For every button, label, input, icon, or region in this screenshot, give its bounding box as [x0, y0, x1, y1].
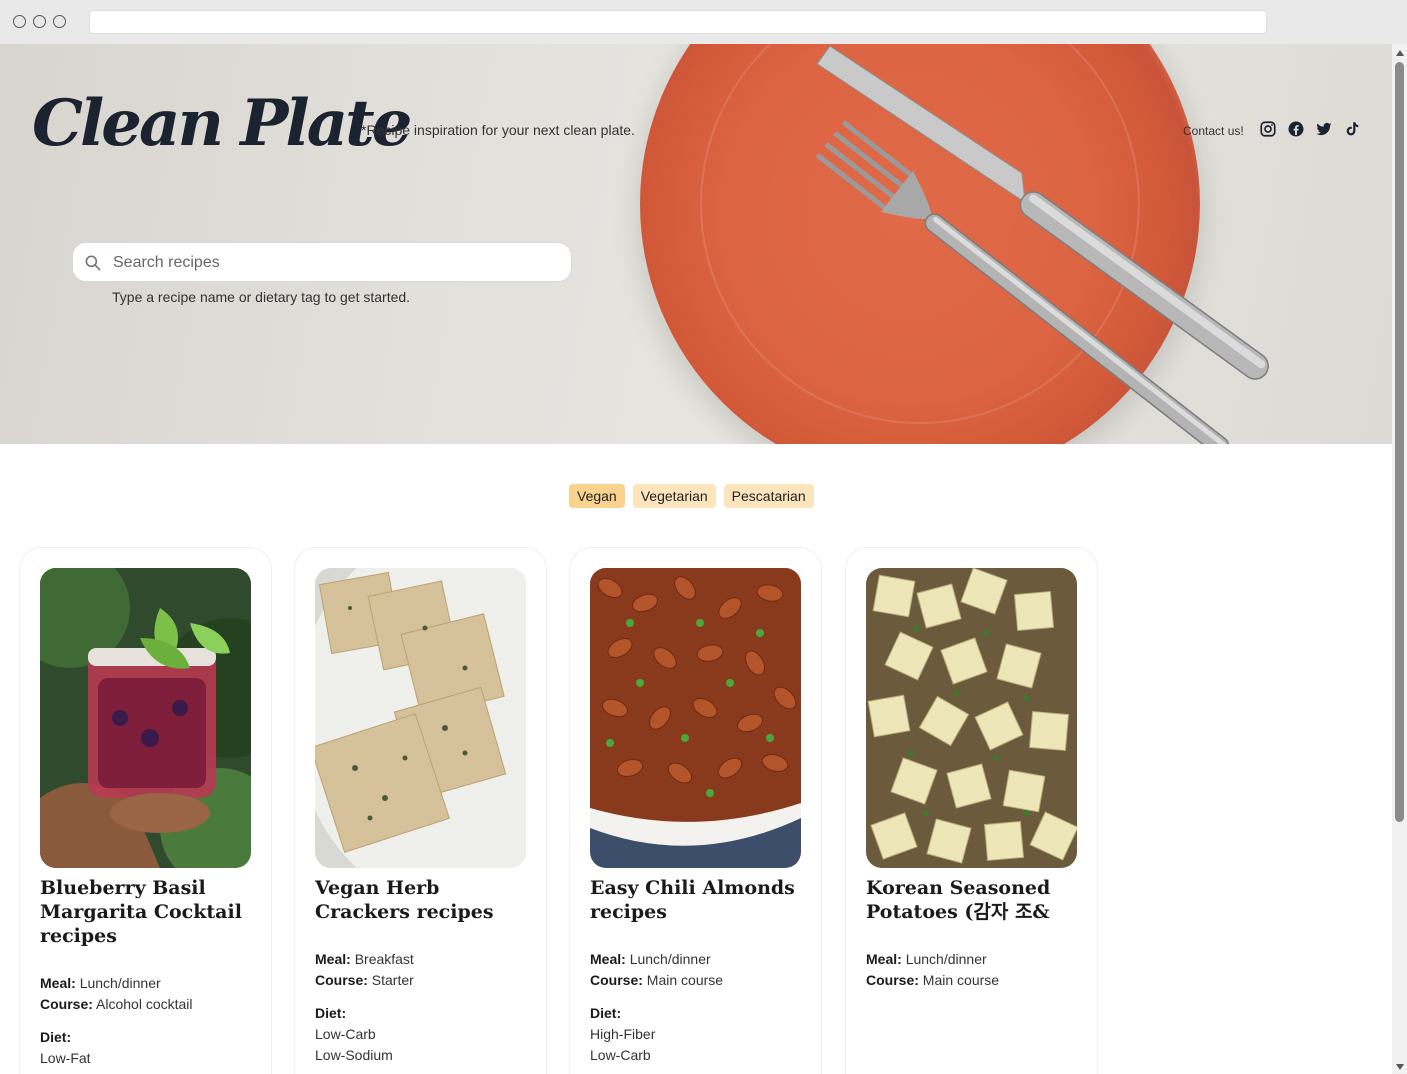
- twitter-icon[interactable]: [1315, 120, 1333, 138]
- maximize-window-icon[interactable]: [53, 15, 66, 28]
- instagram-icon[interactable]: [1259, 120, 1277, 138]
- close-window-icon[interactable]: [13, 15, 26, 28]
- diet-label: Diet:: [315, 1005, 347, 1021]
- course-label: Course:: [315, 972, 368, 988]
- browser-toolbar: [0, 0, 1407, 44]
- meal-label: Meal:: [315, 951, 351, 967]
- recipe-title[interactable]: Vegan Herb Crackers recipes: [315, 876, 530, 924]
- course-label: Course:: [590, 972, 643, 988]
- minimize-window-icon[interactable]: [33, 15, 46, 28]
- course-value: Starter: [371, 972, 414, 988]
- search-input[interactable]: [113, 251, 553, 275]
- site-tagline: *Recipe inspiration for your next clean …: [361, 122, 635, 138]
- scroll-up-icon[interactable]: [1396, 50, 1404, 56]
- course-value: Main course: [646, 972, 724, 988]
- recipe-title[interactable]: Korean Seasoned Potatoes (감자 조&: [866, 876, 1081, 924]
- hero-banner: Clean Plate *Recipe inspiration for your…: [0, 44, 1392, 444]
- recipe-title[interactable]: Blueberry Basil Margarita Cocktail recip…: [40, 876, 255, 948]
- course-value: Main course: [922, 972, 1000, 988]
- course-value: Alcohol cocktail: [96, 996, 193, 1012]
- recipe-image[interactable]: [866, 568, 1077, 868]
- recipe-image[interactable]: [315, 568, 526, 868]
- diet-tag: Low-Sodium: [315, 1047, 393, 1063]
- diet-tag: High-Fiber: [590, 1026, 656, 1042]
- meal-value: Lunch/dinner: [905, 951, 987, 967]
- recipe-meta: Meal: Lunch/dinner Course: Alcohol cockt…: [40, 973, 255, 1069]
- filter-vegetarian[interactable]: Vegetarian: [632, 484, 716, 508]
- scroll-down-icon[interactable]: [1396, 1064, 1404, 1070]
- recipe-image[interactable]: [590, 568, 801, 868]
- filter-pescatarian[interactable]: Pescatarian: [723, 484, 814, 508]
- recipe-image[interactable]: [40, 568, 251, 868]
- diet-tag: Low-Fat: [40, 1050, 91, 1066]
- diet-filters: Vegan Vegetarian Pescatarian: [569, 484, 814, 508]
- meal-value: Lunch/dinner: [79, 975, 161, 991]
- meal-label: Meal:: [866, 951, 902, 967]
- recipe-card[interactable]: Blueberry Basil Margarita Cocktail recip…: [19, 547, 272, 1074]
- tiktok-icon[interactable]: [1343, 120, 1361, 138]
- page-scrollbar[interactable]: [1392, 44, 1407, 1074]
- recipe-meta: Meal: Lunch/dinner Course: Main course: [866, 949, 1081, 991]
- site-logo[interactable]: Clean Plate: [32, 86, 412, 161]
- address-bar[interactable]: [89, 10, 1267, 34]
- recipe-meta: Meal: Lunch/dinner Course: Main course D…: [590, 949, 805, 1066]
- recipe-card[interactable]: Korean Seasoned Potatoes (감자 조& Meal: Lu…: [845, 547, 1098, 1074]
- facebook-icon[interactable]: [1287, 120, 1305, 138]
- filter-vegan[interactable]: Vegan: [569, 484, 625, 508]
- scrollbar-thumb[interactable]: [1395, 62, 1404, 822]
- search-hint: Type a recipe name or dietary tag to get…: [112, 289, 411, 305]
- recipe-meta: Meal: Breakfast Course: Starter Diet: Lo…: [315, 949, 530, 1066]
- diet-label: Diet:: [590, 1005, 622, 1021]
- search-box[interactable]: [72, 242, 572, 282]
- recipe-card[interactable]: Easy Chili Almonds recipes Meal: Lunch/d…: [569, 547, 822, 1074]
- diet-tag: Low-Carb: [315, 1026, 376, 1042]
- meal-label: Meal:: [40, 975, 76, 991]
- search-icon: [85, 255, 101, 271]
- diet-label: Diet:: [40, 1029, 72, 1045]
- meal-value: Breakfast: [354, 951, 414, 967]
- course-label: Course:: [40, 996, 93, 1012]
- diet-tag: Low-Carb: [590, 1047, 651, 1063]
- meal-label: Meal:: [590, 951, 626, 967]
- recipe-card[interactable]: Vegan Herb Crackers recipes Meal: Breakf…: [294, 547, 547, 1074]
- meal-value: Lunch/dinner: [629, 951, 711, 967]
- course-label: Course:: [866, 972, 919, 988]
- recipe-title[interactable]: Easy Chili Almonds recipes: [590, 876, 805, 924]
- contact-link[interactable]: Contact us!: [1183, 124, 1244, 138]
